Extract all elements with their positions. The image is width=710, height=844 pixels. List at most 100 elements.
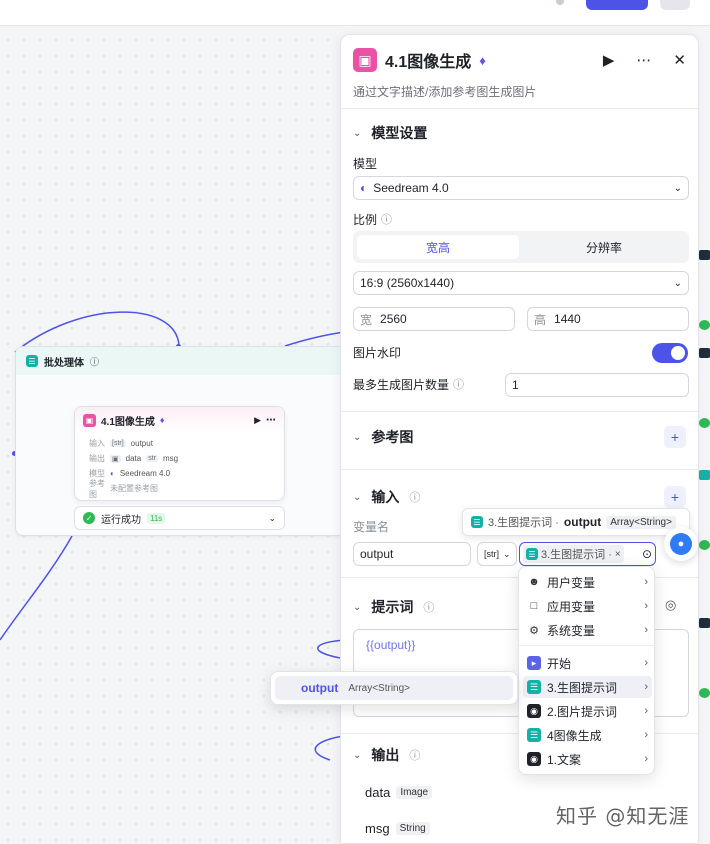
layers-icon: ☰: [527, 680, 541, 694]
submenu-item-output[interactable]: output Array<String>: [275, 676, 513, 700]
node-edge: [699, 320, 710, 330]
output-type: Image: [396, 786, 433, 799]
ref-label: 参考图: [89, 478, 105, 499]
node-edge: [699, 348, 710, 358]
output-row: data Image: [365, 785, 433, 800]
chevron-right-icon: ›: [644, 576, 648, 588]
type-select[interactable]: [str] ⌄: [477, 542, 517, 566]
height-input[interactable]: 高 1440: [527, 307, 689, 331]
dropdown-item-prompt-node[interactable]: ☰ 3.生图提示词 ›: [523, 676, 652, 698]
node-edge: [699, 470, 710, 480]
var-name-label: 变量名: [353, 520, 390, 534]
ref-value: 未配置参考图: [110, 484, 158, 493]
add-reference-button[interactable]: +: [664, 426, 686, 448]
image-gen-node[interactable]: ▣ 4.1图像生成 ♦ ▶ ⋯ 输入 [str] output 输出 ▣ dat…: [74, 406, 285, 501]
type-tag: [str]: [110, 440, 126, 447]
ratio-label-row: 比例 ⓘ: [353, 211, 392, 228]
submenu-item-name: output: [301, 681, 339, 695]
ai-icon: ◉: [527, 704, 541, 718]
output-type: String: [395, 822, 430, 835]
dropdown-item-label: 应用变量: [547, 599, 596, 614]
info-icon: ⓘ: [409, 750, 421, 762]
model-settings-header[interactable]: ⌄ 模型设置: [353, 123, 427, 143]
dropdown-item-user-vars[interactable]: ☻ 用户变量 ›: [523, 571, 652, 593]
model-label: 模型: [353, 157, 378, 171]
settings-icon[interactable]: ⊙: [642, 547, 652, 561]
output-row: msg String: [365, 821, 430, 836]
dropdown-item-label: 系统变量: [547, 623, 596, 638]
more-icon[interactable]: ⋯: [636, 51, 651, 69]
dropdown-item-start[interactable]: ▸ 开始 ›: [523, 652, 652, 674]
variable-ref-select[interactable]: ☰ 3.生图提示词 · × ⊙: [519, 542, 656, 566]
image-icon: ▣: [110, 454, 121, 463]
chevron-down-icon: ⌄: [673, 277, 682, 289]
watermark-toggle[interactable]: [652, 343, 688, 363]
image-icon: ▣: [353, 48, 377, 72]
max-count-input[interactable]: 1: [505, 373, 689, 397]
width-prefix: 宽: [360, 312, 373, 327]
assistant-button[interactable]: ●: [664, 527, 698, 561]
dropdown-item-image-prompt[interactable]: ◉ 2.图片提示词 ›: [523, 700, 652, 722]
dropdown-item-label: 开始: [547, 656, 572, 671]
panel-description: 通过文字描述/添加参考图生成图片: [353, 85, 537, 99]
dropdown-item-label: 3.生图提示词: [547, 680, 618, 695]
output-name: data: [365, 785, 391, 800]
var-name-input[interactable]: output: [353, 542, 471, 566]
run-status[interactable]: ✓ 运行成功 11s ⌄: [74, 506, 285, 530]
info-icon: ⓘ: [381, 214, 393, 226]
layers-icon: ☰: [527, 728, 541, 742]
add-input-button[interactable]: +: [664, 486, 686, 508]
chevron-right-icon: ›: [644, 657, 648, 669]
prompt-header[interactable]: ⌄ 提示词 ⓘ: [353, 597, 434, 617]
tab-resolution[interactable]: 分辨率: [523, 235, 685, 259]
premium-icon: ♦: [159, 415, 165, 425]
dropdown-item-label: 1.文案: [547, 752, 582, 767]
max-count-row: 最多生成图片数量 ⓘ: [353, 376, 464, 393]
close-icon[interactable]: ✕: [673, 51, 686, 69]
chevron-right-icon: ›: [644, 729, 648, 741]
ref-chip: ☰ 3.生图提示词 · ×: [523, 545, 624, 563]
clear-icon[interactable]: ×: [615, 549, 621, 560]
run-icon[interactable]: ▶: [254, 415, 261, 426]
chevron-right-icon: ›: [644, 624, 648, 636]
input-label: 输入: [89, 439, 105, 448]
dropdown-item-app-vars[interactable]: □ 应用变量 ›: [523, 595, 652, 617]
ratio-label: 比例: [353, 213, 378, 227]
node-edge: [699, 540, 710, 550]
width-input[interactable]: 宽 2560: [353, 307, 515, 331]
tooltip-source: 3.生图提示词 ·: [488, 517, 559, 529]
dropdown-item-system-vars[interactable]: ⚙ 系统变量 ›: [523, 619, 652, 641]
output-name: msg: [162, 454, 179, 463]
more-icon[interactable]: ⋯: [266, 415, 276, 426]
run-icon[interactable]: ▶: [603, 51, 615, 69]
output-header[interactable]: ⌄ 输出 ⓘ: [353, 745, 420, 765]
watermark-label: 图片水印: [353, 346, 402, 360]
node-title: 4.1图像生成: [101, 416, 155, 428]
tab-width-height[interactable]: 宽高: [357, 235, 519, 259]
ai-icon: ◉: [527, 752, 541, 766]
reference-header[interactable]: ⌄ 参考图: [353, 427, 413, 447]
chevron-down-icon[interactable]: ⌄: [268, 513, 276, 524]
node-edge: [699, 688, 710, 698]
ratio-value: 16:9 (2560x1440): [360, 276, 455, 290]
model-select[interactable]: ◐ Seedream 4.0 ⌄: [353, 176, 689, 200]
input-header[interactable]: ⌄ 输入 ⓘ: [353, 487, 420, 507]
tooltip-field: output: [563, 515, 602, 529]
dropdown-item-image-gen[interactable]: ☰ 4图像生成 ›: [523, 724, 652, 746]
model-name: Seedream 4.0: [119, 469, 171, 478]
chevron-down-icon: ⌄: [673, 182, 682, 194]
image-icon: ▣: [83, 413, 96, 427]
model-value: Seedream 4.0: [373, 181, 449, 195]
ratio-select[interactable]: 16:9 (2560x1440) ⌄: [353, 271, 689, 295]
chevron-right-icon: ›: [644, 681, 648, 693]
lightbulb-icon[interactable]: ◎: [665, 597, 676, 613]
assistant-icon: ●: [670, 533, 692, 555]
chevron-down-icon: ⌄: [353, 749, 362, 761]
info-icon: ⓘ: [90, 356, 100, 367]
section-title: 输出: [371, 747, 400, 763]
dropdown-item-label: 4图像生成: [547, 728, 602, 743]
dropdown-item-copy[interactable]: ◉ 1.文案 ›: [523, 748, 652, 770]
ratio-tabs: 宽高 分辨率: [353, 231, 689, 263]
type-value: [str]: [484, 549, 499, 559]
model-logo-icon: ◐: [360, 181, 368, 195]
